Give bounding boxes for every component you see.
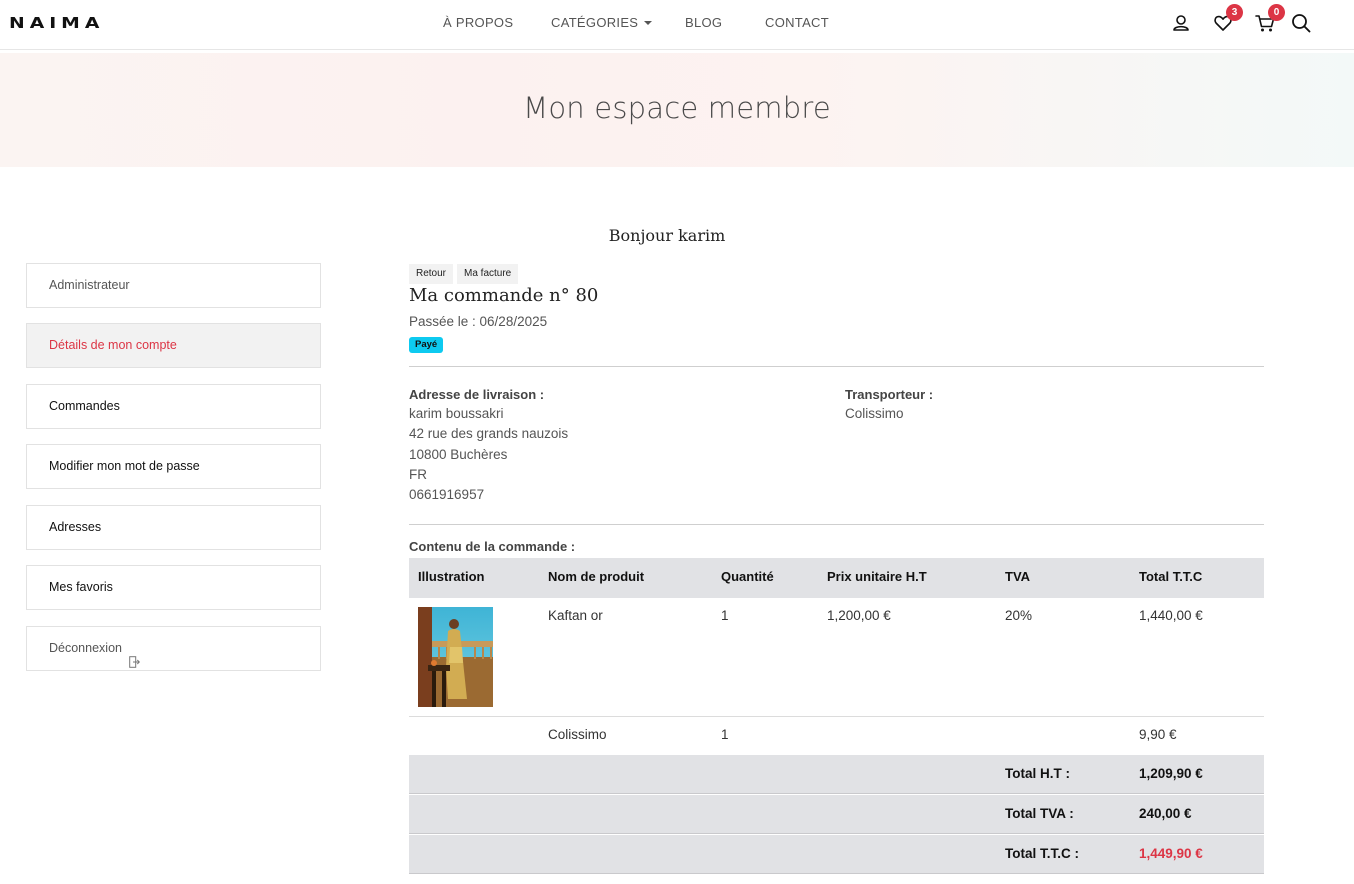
logout-icon (129, 643, 140, 668)
nav-item-a-propos[interactable]: À PROPOS (443, 15, 513, 30)
nav-item-contact[interactable]: CONTACT (765, 15, 829, 30)
wishlist-count-badge: 3 (1226, 4, 1243, 21)
shipping-city: 10800 Buchères (409, 447, 508, 462)
sidebar-item-logout[interactable]: Déconnexion (26, 626, 321, 671)
shipping-name: karim boussakri (409, 406, 504, 421)
divider (409, 366, 1264, 367)
shipping-street: 42 rue des grands nauzois (409, 426, 569, 441)
greeting: Bonjour karim (608, 226, 726, 245)
order-date: Passée le : 06/28/2025 (409, 314, 548, 329)
sidebar-item-orders[interactable]: Commandes (26, 384, 321, 429)
total-ttc-row: Total T.T.C : 1,449,90 € (409, 835, 1264, 874)
col-tva: TVA (1005, 569, 1031, 584)
row1-unit-price: 1,200,00 € (827, 608, 891, 623)
col-illustration: Illustration (418, 569, 485, 584)
shipping-address-label: Adresse de livraison : (409, 387, 545, 402)
order-title: Ma commande n° 80 (409, 285, 599, 306)
cart-count-badge: 0 (1268, 4, 1285, 21)
total-ht-value: 1,209,90 € (1139, 766, 1203, 781)
total-ht-label: Total H.T : (1005, 766, 1070, 781)
col-quantity: Quantité (721, 569, 774, 584)
back-button[interactable]: Retour (409, 264, 454, 284)
row-divider (409, 716, 1264, 717)
cart-icon[interactable]: 0 (1254, 4, 1285, 34)
total-tva-value: 240,00 € (1139, 806, 1192, 821)
row2-product-name: Colissimo (548, 727, 607, 742)
user-icon[interactable] (1170, 12, 1192, 34)
sidebar-item-change-password[interactable]: Modifier mon mot de passe (26, 444, 321, 489)
sidebar-item-admin[interactable]: Administrateur (26, 263, 321, 308)
row2-quantity: 1 (721, 727, 729, 742)
order-content-label: Contenu de la commande : (409, 539, 576, 554)
total-ht-row: Total H.T : 1,209,90 € (409, 755, 1264, 794)
main-nav: À PROPOS CATÉGORIES BLOG CONTACT (0, 15, 1354, 35)
total-ttc-value: 1,449,90 € (1139, 846, 1203, 861)
col-product-name: Nom de produit (548, 569, 645, 584)
nav-item-blog[interactable]: BLOG (685, 15, 722, 30)
table-header: Illustration Nom de produit Quantité Pri… (409, 558, 1264, 598)
col-unit-price: Prix unitaire H.T (827, 569, 927, 584)
carrier-value: Colissimo (845, 406, 904, 421)
total-tva-row: Total TVA : 240,00 € (409, 795, 1264, 834)
sidebar-item-addresses[interactable]: Adresses (26, 505, 321, 550)
shipping-phone: 0661916957 (409, 487, 485, 502)
row1-product-name: Kaftan or (548, 608, 603, 623)
sidebar-item-account-details[interactable]: Détails de mon compte (26, 323, 321, 368)
col-total-ttc: Total T.T.C (1139, 569, 1203, 584)
heart-icon[interactable]: 3 (1212, 4, 1243, 34)
nav-item-categories[interactable]: CATÉGORIES (551, 15, 653, 30)
nav-item-categories-label: CATÉGORIES (551, 15, 639, 30)
sidebar-item-favorites[interactable]: Mes favoris (26, 565, 321, 610)
site-header: NAIMA À PROPOS CATÉGORIES BLOG CONTACT 3… (0, 0, 1354, 50)
row1-total: 1,440,00 € (1139, 608, 1203, 623)
page-banner: Mon espace membre (0, 53, 1354, 167)
status-badge: Payé (409, 337, 444, 353)
total-tva-label: Total TVA : (1005, 806, 1074, 821)
total-ttc-label: Total T.T.C : (1005, 846, 1079, 861)
row1-quantity: 1 (721, 608, 729, 623)
shipping-country: FR (409, 467, 427, 482)
invoice-button[interactable]: Ma facture (457, 264, 519, 284)
product-image[interactable] (418, 607, 493, 707)
sidebar-item-logout-label: Déconnexion (49, 641, 122, 655)
divider (409, 524, 1264, 525)
search-icon[interactable] (1290, 12, 1312, 34)
page-title: Mon espace membre (523, 91, 831, 125)
row1-tva: 20% (1005, 608, 1033, 623)
row2-total: 9,90 € (1139, 727, 1177, 742)
caret-down-icon (644, 20, 653, 25)
carrier-label: Transporteur : (845, 387, 934, 402)
